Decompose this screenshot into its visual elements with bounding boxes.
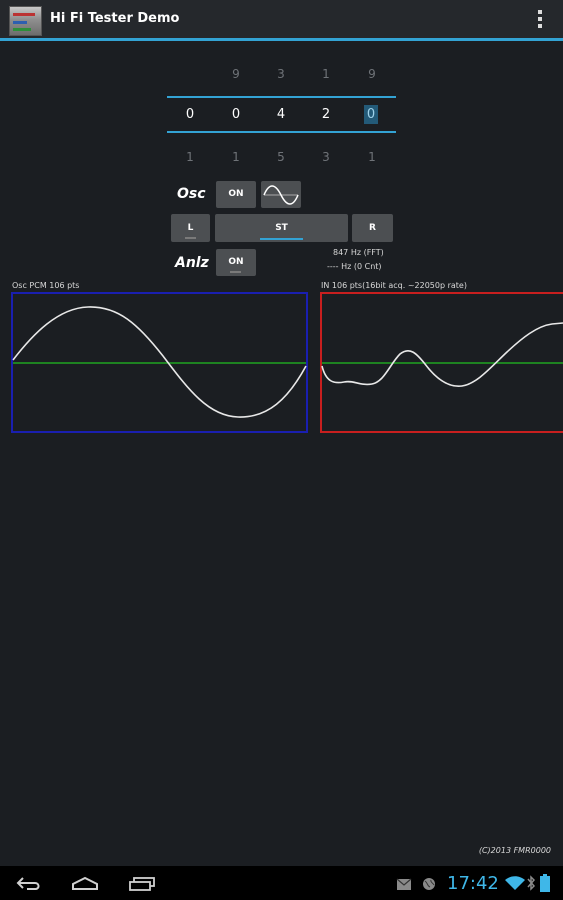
picker-digit-down[interactable]: 5 [271, 150, 291, 164]
anlz-on-label: ON [228, 257, 244, 267]
counter-frequency-readout: ---- Hz (0 Cnt) [327, 262, 382, 271]
picker-digit-down[interactable]: 1 [362, 150, 382, 164]
osc-scope-plot [12, 306, 307, 418]
anlz-on-indicator [230, 271, 241, 273]
picker-digit-value[interactable]: 4 [271, 107, 291, 122]
picker-digit-up[interactable]: 9 [226, 67, 246, 81]
picker-digit-down[interactable]: 3 [316, 150, 336, 164]
home-icon[interactable] [71, 876, 99, 892]
picker-digit-value[interactable]: 0 [180, 107, 200, 122]
osc-label: Osc [177, 186, 206, 202]
picker-selection-line-top [167, 96, 396, 98]
fft-frequency-readout: 847 Hz (FFT) [333, 248, 384, 257]
back-icon[interactable] [15, 876, 43, 892]
action-bar-divider [0, 38, 563, 41]
anlz-on-button[interactable]: ON [216, 249, 256, 276]
stereo-channel-label: ST [275, 223, 288, 233]
status-clock: 17:42 [447, 873, 499, 894]
overflow-menu-icon[interactable] [530, 8, 550, 32]
notification-globe-icon[interactable] [422, 877, 436, 891]
stereo-channel-button[interactable]: ST [215, 214, 348, 242]
picker-digit-up[interactable]: 3 [271, 67, 291, 81]
battery-icon [540, 874, 550, 892]
notification-mail-icon[interactable] [396, 878, 412, 891]
wifi-icon [505, 876, 525, 890]
sine-wave-icon [263, 185, 299, 205]
anlz-label: Anlz [175, 255, 209, 271]
osc-on-button[interactable]: ON [216, 181, 256, 208]
waveform-select-button[interactable] [261, 181, 301, 208]
picker-digit-down[interactable]: 1 [226, 150, 246, 164]
osc-scope-title: Osc PCM 106 pts [12, 281, 80, 290]
input-scope-title: IN 106 pts(16bit acq. ~22050p rate) [321, 281, 467, 290]
osc-on-label: ON [228, 189, 244, 199]
input-waveform-trace [321, 322, 563, 387]
picker-digit-up[interactable]: 9 [362, 67, 382, 81]
picker-digit-value[interactable]: 2 [316, 107, 336, 122]
right-channel-button[interactable]: R [352, 214, 393, 242]
recent-apps-icon[interactable] [128, 876, 156, 892]
app-title: Hi Fi Tester Demo [50, 11, 180, 26]
stereo-channel-indicator [260, 238, 303, 240]
picker-digit-value[interactable]: 0 [226, 107, 246, 122]
picker-selection-line-bottom [167, 131, 396, 133]
osc-waveform-trace [12, 306, 307, 418]
copyright-text: (C)2013 FMR0000 [478, 846, 551, 855]
right-channel-label: R [369, 223, 376, 233]
picker-digit-up[interactable]: 1 [316, 67, 336, 81]
left-channel-indicator [185, 237, 196, 239]
left-channel-button[interactable]: L [171, 214, 210, 242]
left-channel-label: L [187, 223, 194, 233]
bluetooth-icon [527, 875, 536, 891]
picker-digit-value-selected[interactable]: 0 [364, 105, 378, 124]
picker-digit-down[interactable]: 1 [180, 150, 200, 164]
input-scope-plot [321, 322, 563, 387]
app-icon[interactable] [9, 6, 42, 36]
